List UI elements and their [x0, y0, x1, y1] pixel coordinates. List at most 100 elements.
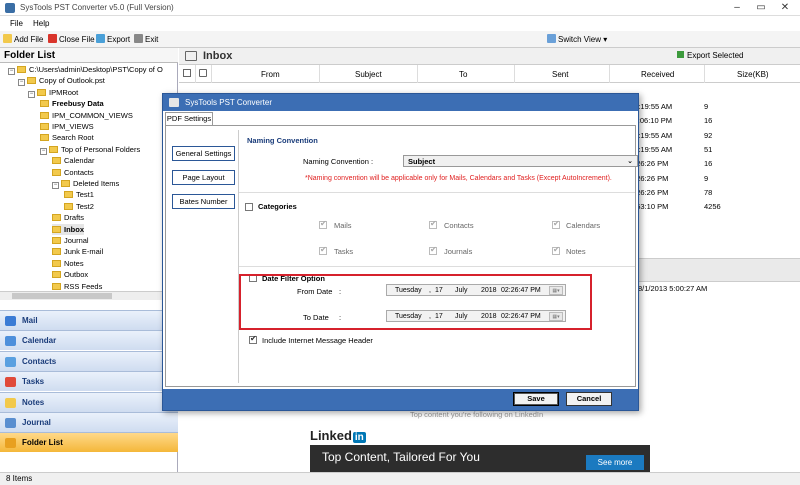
column-sent[interactable]: Sent [552, 70, 568, 79]
maximize-button[interactable]: ▭ [750, 1, 772, 15]
folder-tree-item[interactable]: Inbox [52, 223, 84, 235]
folder-label: Drafts [64, 213, 85, 223]
dialog-title: SysTools PST Converter [185, 98, 272, 107]
folder-icon [40, 123, 49, 130]
folder-tree-item[interactable]: − Copy of Outlook.pst [18, 75, 105, 87]
nav-mail[interactable]: Mail [0, 310, 178, 330]
table-row[interactable]: 10:19:55 AM 9 [630, 100, 800, 113]
table-row[interactable]: 2:26:26 PM 9 [630, 172, 800, 185]
scrollbar-thumb[interactable] [12, 293, 112, 299]
folder-tree-item[interactable]: Notes [52, 258, 84, 269]
table-row[interactable]: 1:53:10 PM 4256 [630, 200, 800, 213]
folder-label: Test1 [76, 190, 94, 200]
pdf-settings-dialog: SysTools PST Converter PDF Settings Gene… [162, 93, 639, 411]
table-row[interactable]: 11:06:10 PM 16 [630, 114, 800, 127]
collapse-toggle-icon[interactable]: − [8, 68, 15, 75]
folder-tree: − C:\Users\admin\Desktop\PST\Copy of O − Co… [0, 64, 178, 290]
folder-tree-item[interactable]: Junk E-mail [52, 246, 103, 257]
message-list-header: From Subject To Sent Received Size(KB) [179, 65, 800, 83]
folder-tree-item[interactable]: − C:\Users\admin\Desktop\PST\Copy of O [8, 64, 163, 75]
general-settings-button[interactable]: General Settings [172, 146, 235, 161]
switch-view-button[interactable]: Switch View ▾ [547, 34, 607, 46]
save-button[interactable]: Save [513, 392, 559, 406]
naming-convention-select[interactable]: Subject ⌄ [403, 155, 638, 167]
size-cell: 16 [704, 159, 713, 169]
column-to[interactable]: To [459, 70, 467, 79]
folder-tree-item[interactable]: Drafts [52, 212, 84, 223]
menu-help[interactable]: Help [33, 19, 49, 28]
minimize-button[interactable]: – [726, 1, 748, 15]
export-button[interactable]: Export [96, 34, 130, 46]
naming-convention-label: Naming Convention : [303, 157, 374, 166]
folder-tree-item[interactable]: Contacts [52, 167, 94, 178]
column-from[interactable]: From [261, 70, 280, 79]
folder-tree-item[interactable]: Freebusy Data [40, 98, 104, 109]
folder-tree-item[interactable]: Outbox [52, 269, 88, 280]
collapse-toggle-icon[interactable]: − [40, 147, 47, 155]
table-row[interactable]: 2:26:26 PM 16 [630, 157, 800, 170]
nav-contacts[interactable]: Contacts [0, 350, 178, 371]
collapse-toggle-icon[interactable]: − [18, 79, 25, 87]
column-size[interactable]: Size(KB) [737, 70, 769, 79]
table-row[interactable]: 10:19:55 AM 51 [630, 143, 800, 156]
folder-label: Notes [64, 258, 84, 268]
column-subject[interactable]: Subject [355, 70, 382, 79]
folder-tree-item[interactable]: Journal [52, 235, 89, 246]
tree-horizontal-scrollbar[interactable] [0, 291, 178, 300]
cancel-button[interactable]: Cancel [566, 392, 612, 406]
nav-tasks[interactable]: Tasks [0, 371, 178, 392]
close-file-button[interactable]: Close File [48, 34, 95, 46]
export-selected-button[interactable]: Export Selected [677, 51, 743, 60]
ad-headline: Top Content, Tailored For You [322, 450, 480, 464]
page-layout-button[interactable]: Page Layout [172, 170, 235, 185]
column-received[interactable]: Received [641, 70, 674, 79]
collapse-toggle-icon[interactable]: − [52, 182, 59, 189]
see-more-button[interactable]: See more [586, 455, 644, 470]
folder-tree-item[interactable]: Test1 [64, 189, 94, 200]
size-cell: 9 [704, 102, 709, 111]
ad-top-content-text: Top content you're following on LinkedIn [410, 410, 544, 419]
category-tasks-checkbox[interactable] [319, 245, 327, 255]
toolbar: Add File Close File Export Exit Switch V… [0, 31, 800, 48]
folder-tree-item[interactable]: RSS Feeds [52, 281, 102, 290]
message-rows: 10:19:55 AM 9 11:06:10 PM 16 10:19:55 AM 92 10… [630, 100, 800, 213]
bates-number-button[interactable]: Bates Number [172, 194, 235, 209]
folder-tree-item[interactable]: Calendar [52, 155, 94, 166]
categories-checkbox[interactable] [245, 203, 253, 211]
tab-pdf-settings[interactable]: PDF Settings [165, 112, 213, 125]
folder-tree-item[interactable]: − Top of Personal Folders [40, 144, 140, 155]
table-row[interactable]: 2:26:26 PM 78 [630, 186, 800, 199]
ad-banner[interactable]: Top Content, Tailored For You See more [310, 445, 650, 472]
menu-file[interactable]: File [10, 19, 23, 28]
folder-tree-item[interactable]: Search Root [40, 132, 94, 143]
dialog-footer: Save Cancel [163, 389, 638, 410]
category-mails-checkbox[interactable] [319, 219, 327, 229]
exit-button[interactable]: Exit [134, 34, 158, 46]
category-journals-checkbox[interactable] [429, 245, 437, 255]
folder-icon [52, 282, 61, 290]
folder-tree-item[interactable]: Test2 [64, 201, 94, 212]
folder-tree-item[interactable]: − IPMRoot [28, 87, 78, 98]
close-window-button[interactable]: ✕ [774, 1, 796, 15]
nav-notes[interactable]: Notes [0, 391, 178, 412]
select-all-checkbox[interactable] [183, 69, 191, 77]
settings-form: Naming Convention Naming Convention : Su… [238, 130, 638, 383]
add-file-button[interactable]: Add File [3, 34, 43, 46]
category-calendars-checkbox[interactable] [552, 219, 560, 229]
folder-icon [52, 225, 61, 233]
folder-tree-item[interactable]: IPM_COMMON_VIEWS [40, 110, 133, 121]
folder-tree-item[interactable]: IPM_VIEWS [40, 121, 94, 132]
nav-icon [5, 336, 16, 347]
table-row[interactable]: 10:19:55 AM 92 [630, 129, 800, 142]
collapse-toggle-icon[interactable]: − [28, 90, 35, 98]
nav-calendar[interactable]: Calendar [0, 330, 178, 351]
dialog-app-icon [169, 98, 179, 107]
preview-date: 8/1/2013 5:00:27 AM [638, 284, 708, 293]
attachment-column-icon [199, 69, 207, 77]
include-header-checkbox[interactable] [249, 334, 257, 344]
folder-tree-item[interactable]: − Deleted Items [52, 178, 119, 189]
nav-journal[interactable]: Journal [0, 412, 178, 432]
category-notes-checkbox[interactable] [552, 245, 560, 255]
nav-folder-list[interactable]: Folder List [0, 432, 178, 453]
category-contacts-checkbox[interactable] [429, 219, 437, 229]
